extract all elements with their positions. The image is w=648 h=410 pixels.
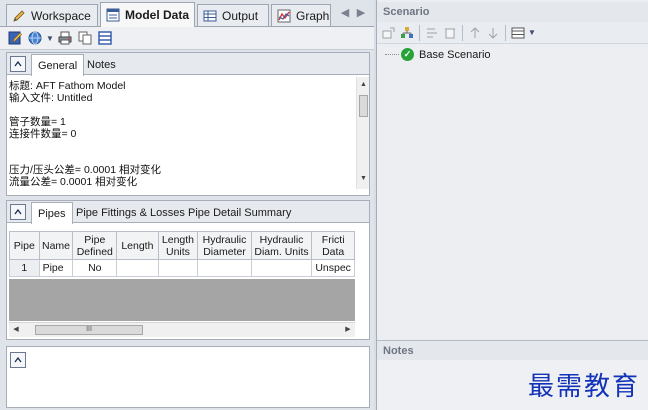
tab-scroll-left-icon[interactable]: ◀: [338, 6, 352, 19]
column-header[interactable]: Name: [38, 231, 74, 260]
column-header[interactable]: Pipe Defined: [72, 231, 118, 260]
pipes-grid-viewport: Pipe Name Pipe Defined Length Length Units…: [9, 231, 355, 279]
tab-pipe-fittings-losses[interactable]: Pipe Fittings & Losses: [70, 202, 191, 223]
chevron-down-icon[interactable]: ▼: [528, 28, 536, 37]
general-vertical-scrollbar[interactable]: ▲ ▼: [356, 77, 369, 189]
scenario-header: Scenario: [377, 2, 648, 22]
collapse-icon[interactable]: [10, 352, 26, 368]
tab-pipes-label: Pipes: [38, 207, 66, 220]
tab-pipe-detail-label: Pipe Detail Summary: [188, 206, 292, 219]
tab-general-label: General: [38, 59, 78, 72]
column-header[interactable]: Length Units: [157, 231, 199, 260]
tab-workspace[interactable]: Workspace: [6, 4, 98, 26]
summary-line: 流量公差= 0.0001 相对变化: [9, 176, 138, 188]
collapse-icon[interactable]: [10, 204, 26, 220]
summary-line: 标题: AFT Fathom Model: [9, 80, 126, 92]
summary-line: 输入文件: Untitled: [9, 92, 93, 104]
table-cell[interactable]: [250, 259, 313, 277]
table-cell[interactable]: No: [72, 259, 118, 277]
tab-pipe-fittings-label: Pipe Fittings & Losses: [76, 206, 185, 219]
pipes-panel: Pipes Pipe Fittings & Losses Pipe Detail…: [6, 200, 370, 340]
toolbar-separator: [462, 24, 463, 41]
pipes-subtabs: Pipes Pipe Fittings & Losses Pipe Detail…: [7, 201, 369, 224]
move-down-icon[interactable]: [485, 25, 501, 41]
tab-scroll-right-icon[interactable]: ▶: [354, 6, 368, 19]
table-cell[interactable]: [197, 259, 252, 277]
table-row[interactable]: 1 Pipe No Unspec: [9, 259, 355, 277]
chevron-down-icon[interactable]: ▼: [46, 34, 54, 43]
bottom-panel: [6, 346, 370, 408]
pipes-horizontal-scrollbar[interactable]: ◀ III ▶: [9, 322, 355, 337]
notes-header: Notes: [377, 340, 648, 360]
pipes-grid: Pipe Name Pipe Defined Length Length Units…: [9, 231, 355, 277]
copy-icon[interactable]: [76, 29, 94, 47]
model-data-window: Workspace Model Data Output Graph ◀ ▶ ▼ …: [0, 0, 374, 410]
tab-pipe-detail-summary[interactable]: Pipe Detail Summary: [182, 202, 297, 223]
summary-line: [9, 140, 354, 152]
tab-output[interactable]: Output: [197, 4, 269, 26]
model-data-icon: [105, 7, 121, 23]
globe-icon[interactable]: [26, 29, 44, 47]
toolbar-separator: [505, 24, 506, 41]
tab-notes[interactable]: Notes: [81, 54, 122, 75]
rename-icon[interactable]: [424, 25, 440, 41]
collapse-icon[interactable]: [10, 56, 26, 72]
table-cell[interactable]: 1: [9, 259, 40, 277]
check-circle-icon: ✓: [401, 48, 414, 61]
column-header[interactable]: Hydraulic Diam. Units: [250, 231, 313, 260]
column-header[interactable]: Hydraulic Diameter: [197, 231, 252, 260]
toolbar-separator: [419, 24, 420, 41]
tab-model-data[interactable]: Model Data: [100, 2, 195, 27]
column-header[interactable]: Length: [116, 231, 159, 260]
table-cell[interactable]: [157, 259, 199, 277]
scenario-manager-icon[interactable]: [510, 25, 526, 41]
tab-workspace-label: Workspace: [31, 8, 91, 23]
scenario-pane: Scenario ▼ ✓ Base Scenario Notes 最需教育: [376, 0, 648, 410]
general-subtabs: General Notes: [7, 53, 369, 76]
general-summary-text[interactable]: 标题: AFT Fathom Model 输入文件: Untitled 管子数量…: [9, 80, 354, 188]
scroll-down-icon[interactable]: ▼: [357, 175, 370, 182]
new-scenario-icon[interactable]: [381, 25, 397, 41]
list-view-icon[interactable]: [96, 29, 114, 47]
move-up-icon[interactable]: [467, 25, 483, 41]
tab-graph-label: Graph: [296, 8, 330, 23]
tab-model-data-label: Model Data: [125, 8, 190, 22]
summary-line: [9, 152, 354, 164]
scroll-up-icon[interactable]: ▲: [357, 81, 370, 88]
scenario-item-base[interactable]: Base Scenario: [419, 49, 491, 61]
table-cell[interactable]: [116, 259, 159, 277]
scenario-tree: ✓ Base Scenario: [385, 48, 491, 61]
column-header[interactable]: Pipe: [9, 231, 40, 260]
summary-line: 压力/压头公差= 0.0001 相对变化: [9, 164, 161, 176]
scroll-right-icon[interactable]: ▶: [342, 325, 354, 333]
grid-empty-area: [9, 279, 355, 321]
graph-icon: [276, 8, 292, 24]
tab-graph[interactable]: Graph: [271, 4, 331, 26]
scroll-left-icon[interactable]: ◀: [10, 325, 22, 333]
main-tab-strip: Workspace Model Data Output Graph ◀ ▶: [0, 2, 374, 27]
child-scenario-icon[interactable]: [399, 25, 415, 41]
print-icon[interactable]: [56, 29, 74, 47]
pencil-icon: [11, 8, 27, 24]
summary-line: 连接件数量= 0: [9, 128, 77, 140]
scroll-thumb[interactable]: [359, 95, 368, 117]
general-panel: General Notes 标题: AFT Fathom Model 输入文件:…: [6, 52, 370, 196]
column-header[interactable]: Fricti Data: [311, 231, 355, 260]
tree-connector: [385, 54, 399, 55]
delete-scenario-icon[interactable]: [442, 25, 458, 41]
model-data-toolbar: ▼: [0, 26, 374, 50]
scroll-thumb[interactable]: III: [35, 325, 143, 335]
table-cell[interactable]: Unspec: [311, 259, 355, 277]
edit-icon[interactable]: [6, 29, 24, 47]
tab-pipes[interactable]: Pipes: [31, 202, 73, 224]
watermark-text: 最需教育: [527, 372, 640, 402]
summary-line: [9, 104, 354, 116]
table-cell[interactable]: Pipe: [38, 259, 74, 277]
scenario-toolbar: ▼: [377, 22, 648, 44]
tab-notes-label: Notes: [87, 58, 116, 71]
summary-line: 管子数量= 1: [9, 116, 66, 128]
tab-general[interactable]: General: [31, 54, 85, 76]
tab-output-label: Output: [222, 8, 259, 23]
table-icon: [202, 8, 218, 24]
